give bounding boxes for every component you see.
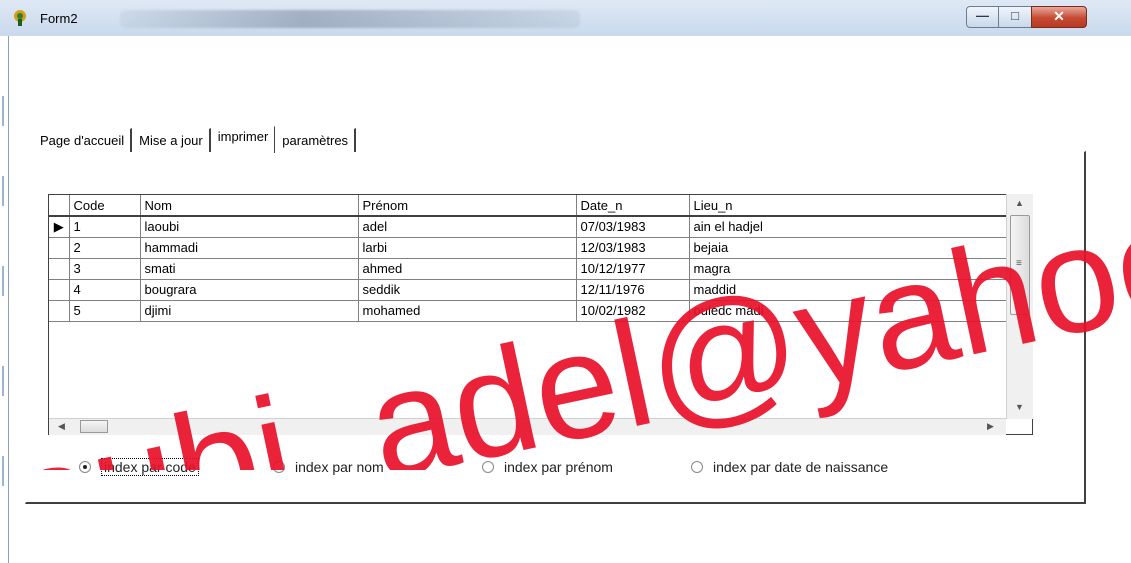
cell-prenom[interactable]: ahmed (358, 258, 577, 280)
cell-nom[interactable]: hammadi (140, 237, 359, 259)
title-bar-blur (120, 10, 580, 28)
cell-prenom[interactable]: larbi (358, 237, 577, 259)
maximize-button[interactable]: □ (998, 6, 1032, 28)
grid-corner-cell (49, 195, 70, 217)
column-header-nom[interactable]: Nom (140, 195, 359, 217)
grid-table: Code Nom Prénom Date_n Lieu_n ▶ 1 laoubi… (49, 195, 1008, 322)
scroll-down-arrow-icon[interactable]: ▼ (1015, 402, 1024, 412)
tab-parametres[interactable]: paramètres (275, 128, 357, 152)
column-header-lieu-n[interactable]: Lieu_n (689, 195, 1008, 217)
grid-header-row: Code Nom Prénom Date_n Lieu_n (49, 195, 1008, 217)
radio-index-prenom[interactable]: index par prénom (482, 456, 613, 478)
cell-prenom[interactable]: seddik (358, 279, 577, 301)
radio-circle-icon[interactable] (691, 461, 703, 473)
table-row[interactable]: 4 bougrara seddik 12/11/1976 maddid (49, 279, 1008, 301)
data-grid[interactable]: Code Nom Prénom Date_n Lieu_n ▶ 1 laoubi… (48, 194, 1033, 435)
vertical-scrollbar[interactable]: ▲ ≡ ▼ (1006, 194, 1033, 419)
radio-index-nom[interactable]: index par nom (273, 456, 384, 478)
radio-circle-icon[interactable] (482, 461, 494, 473)
maximize-icon: □ (1011, 8, 1019, 23)
close-icon: ✕ (1053, 8, 1065, 24)
radio-circle-icon[interactable] (273, 461, 285, 473)
cell-code[interactable]: 3 (69, 258, 141, 280)
cell-lieu-n[interactable]: bejaia (689, 237, 1008, 259)
cell-lieu-n[interactable]: ouledc madi (689, 300, 1008, 322)
tab-mise-a-jour[interactable]: Mise a jour (132, 128, 211, 152)
cell-nom[interactable]: djimi (140, 300, 359, 322)
horizontal-scroll-thumb[interactable] (80, 420, 108, 433)
scroll-left-arrow-icon[interactable]: ◀ (58, 421, 65, 432)
column-header-code[interactable]: Code (69, 195, 141, 217)
radio-label: index par prénom (504, 459, 613, 475)
cell-code[interactable]: 1 (69, 216, 141, 238)
column-header-date-n[interactable]: Date_n (576, 195, 690, 217)
cell-prenom[interactable]: mohamed (358, 300, 577, 322)
minimize-icon: — (976, 8, 989, 23)
radio-label: index par code (101, 458, 199, 476)
cell-date-n[interactable]: 12/11/1976 (576, 279, 690, 301)
cell-lieu-n[interactable]: maddid (689, 279, 1008, 301)
scroll-up-arrow-icon[interactable]: ▲ (1015, 198, 1024, 208)
tab-page-accueil[interactable]: Page d'accueil (33, 128, 133, 152)
radio-circle-icon[interactable] (79, 461, 91, 473)
window-title: Form2 (40, 11, 78, 26)
scroll-right-arrow-icon[interactable]: ▶ (987, 421, 994, 432)
app-icon (14, 10, 26, 26)
table-row[interactable]: ▶ 1 laoubi adel 07/03/1983 ain el hadjel (49, 216, 1008, 238)
cell-date-n[interactable]: 10/02/1982 (576, 300, 690, 322)
window-left-edge (0, 36, 8, 563)
minimize-button[interactable]: — (966, 6, 999, 28)
cell-code[interactable]: 5 (69, 300, 141, 322)
index-radio-group: index par code index par nom index par p… (0, 456, 1131, 480)
row-indicator: ▶ (49, 216, 70, 238)
radio-label: index par nom (295, 459, 384, 475)
tab-imprimer[interactable]: imprimer (210, 126, 276, 153)
title-bar[interactable]: Form2 — □ ✕ (0, 0, 1131, 36)
cell-code[interactable]: 2 (69, 237, 141, 259)
cell-code[interactable]: 4 (69, 279, 141, 301)
row-indicator (49, 300, 70, 322)
cell-nom[interactable]: bougrara (140, 279, 359, 301)
cell-nom[interactable]: laoubi (140, 216, 359, 238)
cell-date-n[interactable]: 07/03/1983 (576, 216, 690, 238)
radio-index-date[interactable]: index par date de naissance (691, 456, 888, 478)
row-indicator (49, 279, 70, 301)
cell-date-n[interactable]: 10/12/1977 (576, 258, 690, 280)
table-row[interactable]: 2 hammadi larbi 12/03/1983 bejaia (49, 237, 1008, 259)
close-button[interactable]: ✕ (1031, 6, 1087, 28)
row-indicator (49, 258, 70, 280)
row-indicator (49, 237, 70, 259)
cell-nom[interactable]: smati (140, 258, 359, 280)
column-header-prenom[interactable]: Prénom (358, 195, 577, 217)
cell-date-n[interactable]: 12/03/1983 (576, 237, 690, 259)
radio-index-code[interactable]: index par code (79, 456, 199, 478)
cell-lieu-n[interactable]: ain el hadjel (689, 216, 1008, 238)
table-row[interactable]: 3 smati ahmed 10/12/1977 magra (49, 258, 1008, 280)
horizontal-scrollbar[interactable]: ◀ ▶ (49, 418, 1006, 435)
vertical-scroll-thumb[interactable]: ≡ (1010, 215, 1030, 315)
cell-lieu-n[interactable]: magra (689, 258, 1008, 280)
table-row[interactable]: 5 djimi mohamed 10/02/1982 ouledc madi (49, 300, 1008, 322)
radio-label: index par date de naissance (713, 459, 889, 475)
grip-icon: ≡ (1016, 258, 1022, 269)
cell-prenom[interactable]: adel (358, 216, 577, 238)
tab-strip: Page d'accueil Mise a jour imprimer para… (33, 126, 357, 153)
